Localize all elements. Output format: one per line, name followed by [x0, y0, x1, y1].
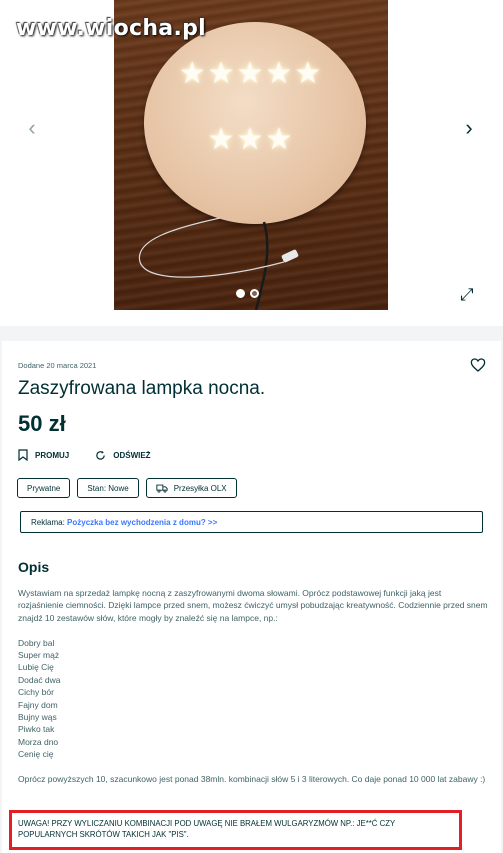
- promote-button[interactable]: PROMUJ: [18, 449, 69, 461]
- tag-condition: Stan: Nowe: [77, 478, 139, 498]
- listing-title: Zaszyfrowana lampka nocna.: [18, 378, 266, 399]
- watermark: www.wiocha.pl: [16, 16, 206, 41]
- favorite-button[interactable]: [470, 357, 488, 375]
- truck-icon: [156, 484, 168, 493]
- list-item: Dodać dwa: [18, 674, 61, 685]
- tag-private-label: Prywatne: [27, 483, 61, 493]
- refresh-label: ODŚWIEŻ: [113, 450, 151, 460]
- ad-link[interactable]: Pożyczka bez wychodzenia z domu? >>: [67, 518, 217, 527]
- refresh-icon: [96, 450, 105, 460]
- tag-shipping-label: Przesyłka OLX: [173, 483, 227, 493]
- chevron-right-icon: ›: [465, 115, 473, 140]
- chevron-left-icon: ‹: [28, 115, 36, 140]
- description-intro: Wystawiam na sprzedaż lampkę nocną z zas…: [18, 588, 488, 623]
- pagination-dot-1[interactable]: [236, 289, 245, 298]
- ad-banner[interactable]: Reklama: Pożyczka bez wychodzenia z domu…: [20, 511, 483, 533]
- listing-details-card: Dodane 20 marca 2021 Zaszyfrowana lampka…: [2, 341, 501, 853]
- expand-icon: ⤢: [460, 285, 474, 304]
- pagination-dot-2[interactable]: [250, 289, 259, 298]
- description-heading: Opis: [18, 559, 50, 575]
- list-item: Cenię cię: [18, 749, 54, 760]
- tag-private: Prywatne: [17, 478, 71, 498]
- heart-icon: [470, 358, 486, 372]
- lamp-cable: [138, 217, 299, 310]
- listing-tags: Prywatne Stan: Nowe Przesyłka OLX: [17, 478, 237, 498]
- tag-condition-label: Stan: Nowe: [87, 483, 129, 493]
- photo-pagination: [236, 289, 259, 298]
- refresh-button[interactable]: ODŚWIEŻ: [95, 449, 151, 461]
- tag-shipping[interactable]: Przesyłka OLX: [145, 478, 237, 498]
- ad-prefix: Reklama:: [31, 518, 68, 527]
- list-item: Super mąż: [18, 650, 60, 661]
- bookmark-icon: [18, 449, 28, 461]
- listing-photo[interactable]: ★★★★★ ★★★: [114, 0, 388, 310]
- photo-gallery: ‹ ★★★★★ ★★★ › ⤢: [0, 0, 503, 326]
- description-outro: Oprócz powyższych 10, szacunkowo jest po…: [18, 774, 486, 785]
- promote-label: PROMUJ: [35, 450, 70, 460]
- warning-note: UWAGA! PRZY WYLICZANIU KOMBINACJI POD UW…: [9, 810, 462, 850]
- list-item: Lubię Cię: [18, 662, 54, 673]
- description-body: Wystawiam na sprzedaż lampkę nocną z zas…: [18, 587, 488, 798]
- fullscreen-button[interactable]: ⤢: [460, 285, 474, 305]
- list-item: Morza dno: [18, 736, 59, 747]
- listing-actions: PROMUJ ODŚWIEŻ: [18, 449, 151, 461]
- example-list: Dobry bal Super mąż Lubię Cię Dodać dwa …: [18, 637, 488, 761]
- list-item: Cichy bór: [18, 687, 54, 698]
- list-item: Piwko tak: [18, 724, 55, 735]
- list-item: Bujny wąs: [18, 712, 57, 723]
- listing-date: Dodane 20 marca 2021: [18, 361, 97, 370]
- list-item: Fajny dom: [18, 699, 58, 710]
- next-photo-button[interactable]: ›: [457, 115, 481, 140]
- listing-price: 50 zł: [18, 411, 66, 436]
- prev-photo-button[interactable]: ‹: [20, 115, 44, 140]
- list-item: Dobry bal: [18, 637, 55, 648]
